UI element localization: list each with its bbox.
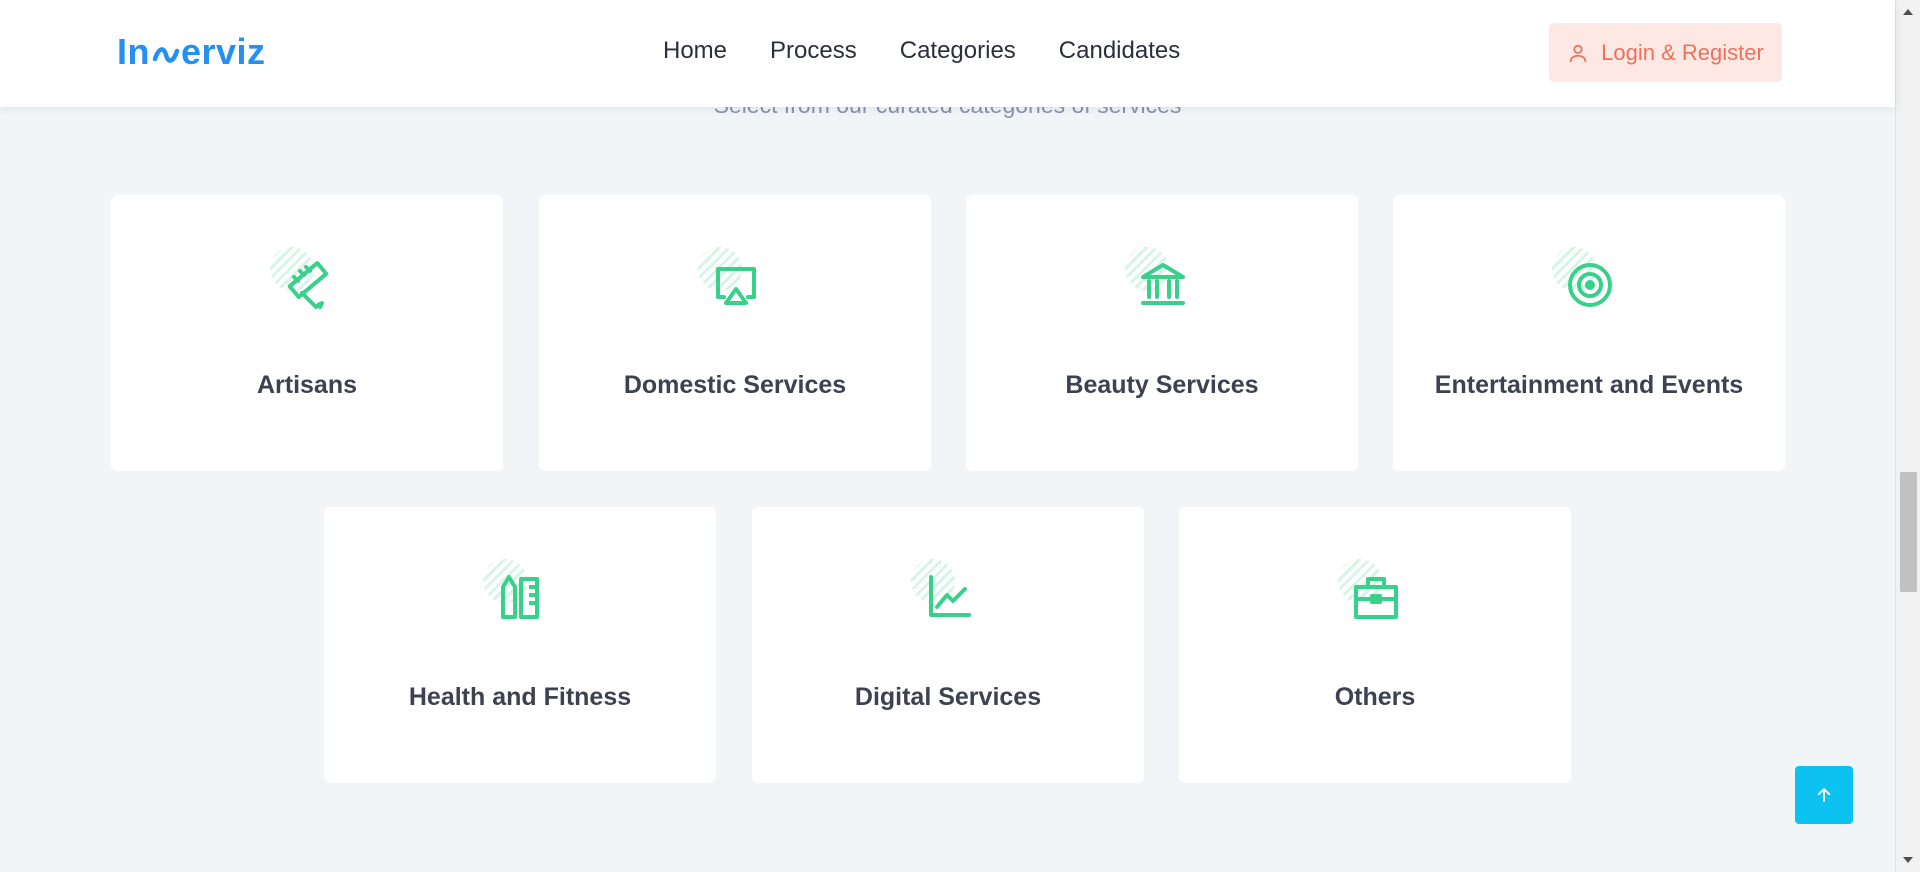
site-logo[interactable]: In erviz xyxy=(117,31,266,73)
scrollbar-thumb[interactable] xyxy=(1900,472,1917,592)
briefcase-icon xyxy=(1354,577,1398,619)
category-card-entertainment-events[interactable]: Entertainment and Events xyxy=(1393,195,1785,471)
category-card-others[interactable]: Others xyxy=(1179,507,1571,783)
target-icon xyxy=(1568,263,1612,307)
nav-item-categories[interactable]: Categories xyxy=(900,37,1016,65)
category-icon-wrap xyxy=(911,559,981,629)
nav-item-candidates[interactable]: Candidates xyxy=(1059,37,1180,65)
category-icon-wrap xyxy=(1125,247,1195,317)
logo-text-suffix: erviz xyxy=(181,31,266,72)
category-card-domestic-services[interactable]: Domestic Services xyxy=(539,195,931,471)
logo-text-prefix: In xyxy=(117,31,150,72)
category-card-digital-services[interactable]: Digital Services xyxy=(752,507,1144,783)
category-label: Others xyxy=(1334,683,1416,711)
scroll-down-arrow-icon[interactable] xyxy=(1903,857,1913,863)
site-header: In erviz Home Process Categories Candida… xyxy=(0,0,1895,107)
category-card-artisans[interactable]: Artisans xyxy=(111,195,503,471)
user-icon xyxy=(1569,44,1587,62)
category-label: Domestic Services xyxy=(623,371,847,399)
category-icon-wrap xyxy=(1338,559,1408,629)
category-card-beauty-services[interactable]: Beauty Services xyxy=(966,195,1358,471)
pencil-ruler-icon xyxy=(501,575,539,619)
bank-icon xyxy=(1141,263,1185,305)
ruler-pencil-icon xyxy=(287,261,329,309)
category-icon-wrap xyxy=(1552,247,1622,317)
back-to-top-button[interactable] xyxy=(1795,766,1853,824)
category-label: Health and Fitness xyxy=(408,683,632,711)
category-label: Digital Services xyxy=(854,683,1042,711)
logo-swoosh-icon xyxy=(152,45,180,65)
airplay-icon xyxy=(716,267,756,305)
login-register-button[interactable]: Login & Register xyxy=(1549,23,1782,82)
category-icon-wrap xyxy=(270,247,340,317)
category-card-health-fitness[interactable]: Health and Fitness xyxy=(324,507,716,783)
arrow-up-icon xyxy=(1817,788,1831,802)
category-label: Entertainment and Events xyxy=(1434,371,1744,399)
nav-item-process[interactable]: Process xyxy=(770,37,857,65)
scroll-up-arrow-icon[interactable] xyxy=(1903,9,1913,15)
category-label: Artisans xyxy=(256,371,358,399)
category-icon-wrap xyxy=(483,559,553,629)
page-scrollbar[interactable] xyxy=(1895,0,1920,872)
nav-item-home[interactable]: Home xyxy=(663,37,727,65)
main-nav: Home Process Categories Candidates xyxy=(663,37,1180,65)
line-chart-icon xyxy=(929,575,971,617)
category-icon-wrap xyxy=(698,247,768,317)
category-label: Beauty Services xyxy=(1065,371,1259,399)
login-register-label: Login & Register xyxy=(1601,39,1764,65)
